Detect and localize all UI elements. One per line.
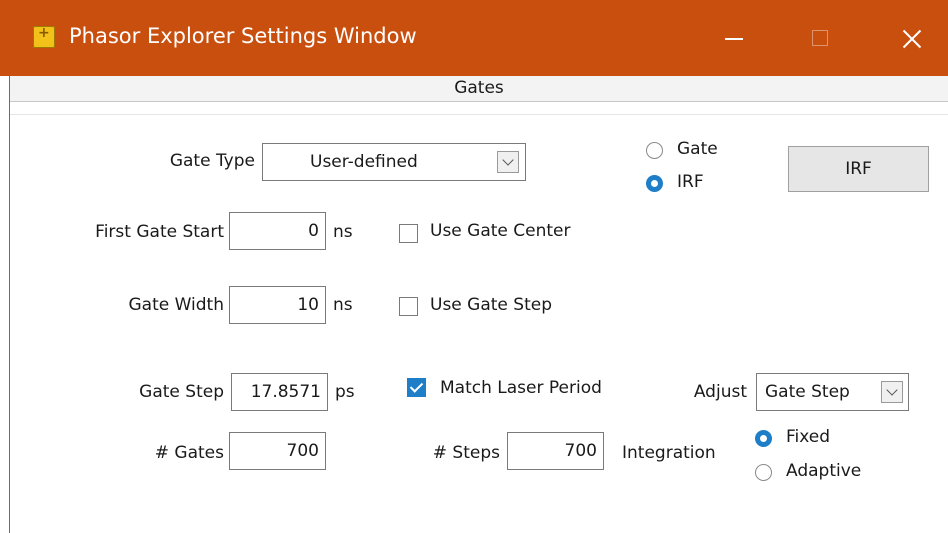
gate-step-label: Gate Step [139, 382, 224, 402]
title-bar: Phasor Explorer Settings Window [0, 0, 948, 76]
adjust-dropdown[interactable]: Gate Step [756, 373, 909, 411]
adjust-value: Gate Step [765, 382, 850, 402]
window-border [0, 76, 10, 533]
first-gate-start-label: First Gate Start [95, 222, 224, 242]
gate-width-input[interactable]: 10 [229, 286, 326, 324]
gate-step-unit: ps [335, 382, 355, 402]
match-laser-period-checkbox[interactable] [407, 378, 426, 397]
gate-width-unit: ns [333, 295, 353, 315]
gate-type-value: User-defined [310, 152, 418, 172]
radio-gate[interactable] [646, 142, 663, 159]
chevron-down-icon[interactable] [881, 381, 903, 403]
radio-irf[interactable] [646, 175, 663, 192]
app-icon [33, 25, 55, 48]
chevron-down-icon[interactable] [497, 151, 519, 173]
maximize-icon[interactable] [800, 14, 840, 62]
tab-strip [10, 102, 948, 115]
use-gate-center-label: Use Gate Center [430, 221, 571, 241]
radio-gate-label: Gate [677, 139, 718, 159]
radio-fixed-label: Fixed [786, 427, 831, 447]
tab-bar: Gates [10, 76, 948, 102]
gate-type-dropdown[interactable]: User-defined [262, 143, 526, 181]
radio-irf-label: IRF [677, 172, 704, 192]
integration-label: Integration [622, 443, 716, 463]
radio-adaptive[interactable] [755, 464, 772, 481]
num-gates-input[interactable]: 700 [229, 432, 326, 470]
match-laser-period-label: Match Laser Period [440, 378, 602, 398]
first-gate-start-input[interactable]: 0 [229, 212, 326, 250]
window-title: Phasor Explorer Settings Window [69, 24, 417, 48]
use-gate-center-checkbox[interactable] [399, 224, 418, 243]
num-steps-input[interactable]: 700 [507, 432, 604, 470]
use-gate-step-checkbox[interactable] [399, 297, 418, 316]
gate-step-input[interactable]: 17.8571 [231, 373, 328, 411]
radio-fixed[interactable] [755, 430, 772, 447]
first-gate-start-unit: ns [333, 222, 353, 242]
tab-gates[interactable]: Gates [10, 76, 948, 101]
num-steps-label: # Steps [432, 443, 500, 463]
gate-width-label: Gate Width [128, 295, 224, 315]
irf-button[interactable]: IRF [788, 146, 929, 192]
use-gate-step-label: Use Gate Step [430, 295, 552, 315]
radio-adaptive-label: Adaptive [786, 461, 862, 481]
minimize-icon[interactable] [713, 14, 755, 62]
adjust-label: Adjust [693, 382, 747, 402]
gate-type-label: Gate Type [169, 151, 255, 171]
num-gates-label: # Gates [154, 443, 224, 463]
close-icon[interactable] [890, 14, 934, 62]
